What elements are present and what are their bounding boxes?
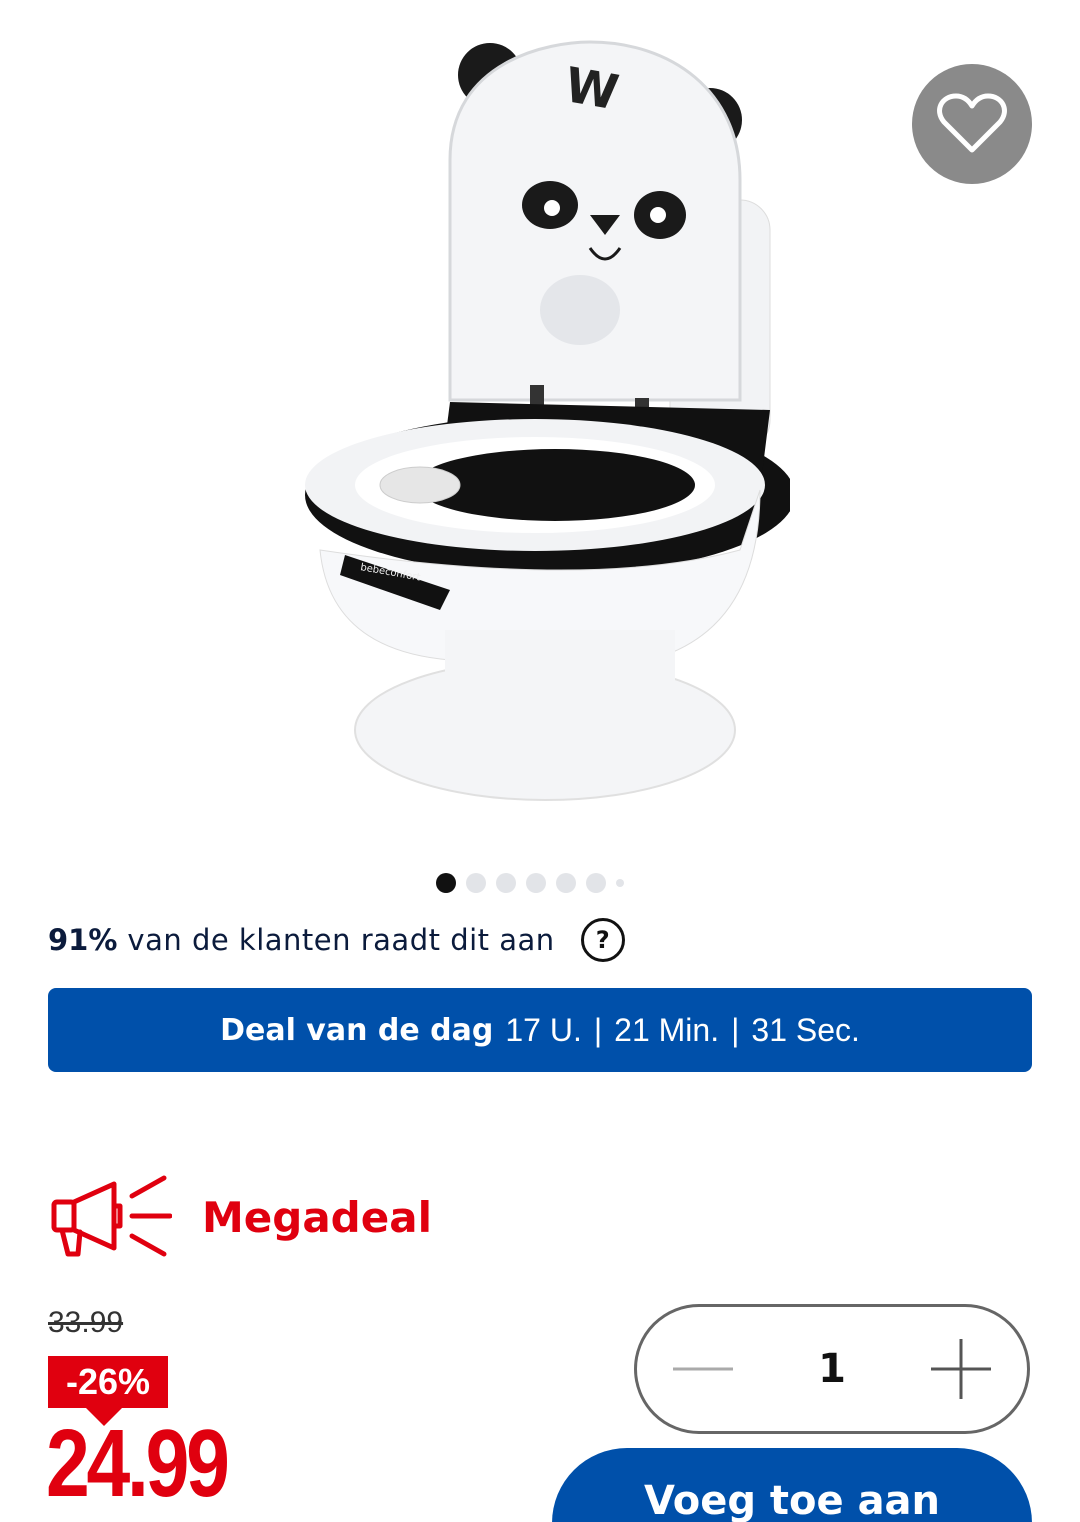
deal-separator: | <box>593 1011 603 1048</box>
recommendation-text: van de klanten raadt dit aan <box>127 923 555 957</box>
minus-icon[interactable] <box>671 1364 735 1374</box>
carousel-dot[interactable] <box>436 873 456 893</box>
current-price: 24.99 <box>46 1410 230 1517</box>
carousel-dot[interactable] <box>496 873 516 893</box>
image-carousel-dots <box>436 872 624 894</box>
quantity-stepper: 1 <box>634 1304 1030 1434</box>
deal-separator: | <box>731 1011 740 1048</box>
recommendation-percent: 91% <box>48 923 118 957</box>
discount-badge: -26% <box>48 1356 168 1408</box>
carousel-dot[interactable] <box>466 873 486 893</box>
heart-outline-icon <box>937 93 1007 153</box>
deal-of-the-day-banner: Deal van de dag 17 U. | 21 Min. | 31 Sec… <box>48 988 1032 1072</box>
recommendation-rate: 91% van de klanten raadt dit aan ? <box>48 916 625 964</box>
megadeal-label: Megadeal <box>50 1172 432 1262</box>
carousel-dot[interactable] <box>526 873 546 893</box>
help-icon[interactable]: ? <box>580 918 625 962</box>
megadeal-text: Megadeal <box>202 1192 432 1242</box>
panda-potty-illustration: W bebeconfort <box>305 40 790 801</box>
deal-hours: 17 U. <box>505 1011 582 1048</box>
plus-icon[interactable] <box>929 1337 993 1401</box>
deal-seconds: 31 Sec. <box>751 1011 860 1048</box>
quantity-value[interactable]: 1 <box>818 1346 846 1392</box>
old-price: 33.99 <box>48 1306 124 1339</box>
deal-minutes: 21 Min. <box>614 1011 720 1048</box>
add-to-cart-button[interactable]: Voeg toe aan <box>552 1448 1032 1522</box>
carousel-dot[interactable] <box>556 873 576 893</box>
add-to-cart-label: Voeg toe aan <box>643 1478 941 1522</box>
megaphone-icon <box>51 1175 172 1257</box>
wishlist-button[interactable] <box>912 64 1032 184</box>
deal-label: Deal van de dag <box>220 1012 494 1048</box>
svg-text:W: W <box>561 57 623 121</box>
carousel-dot[interactable] <box>616 879 624 887</box>
carousel-dot[interactable] <box>586 873 606 893</box>
